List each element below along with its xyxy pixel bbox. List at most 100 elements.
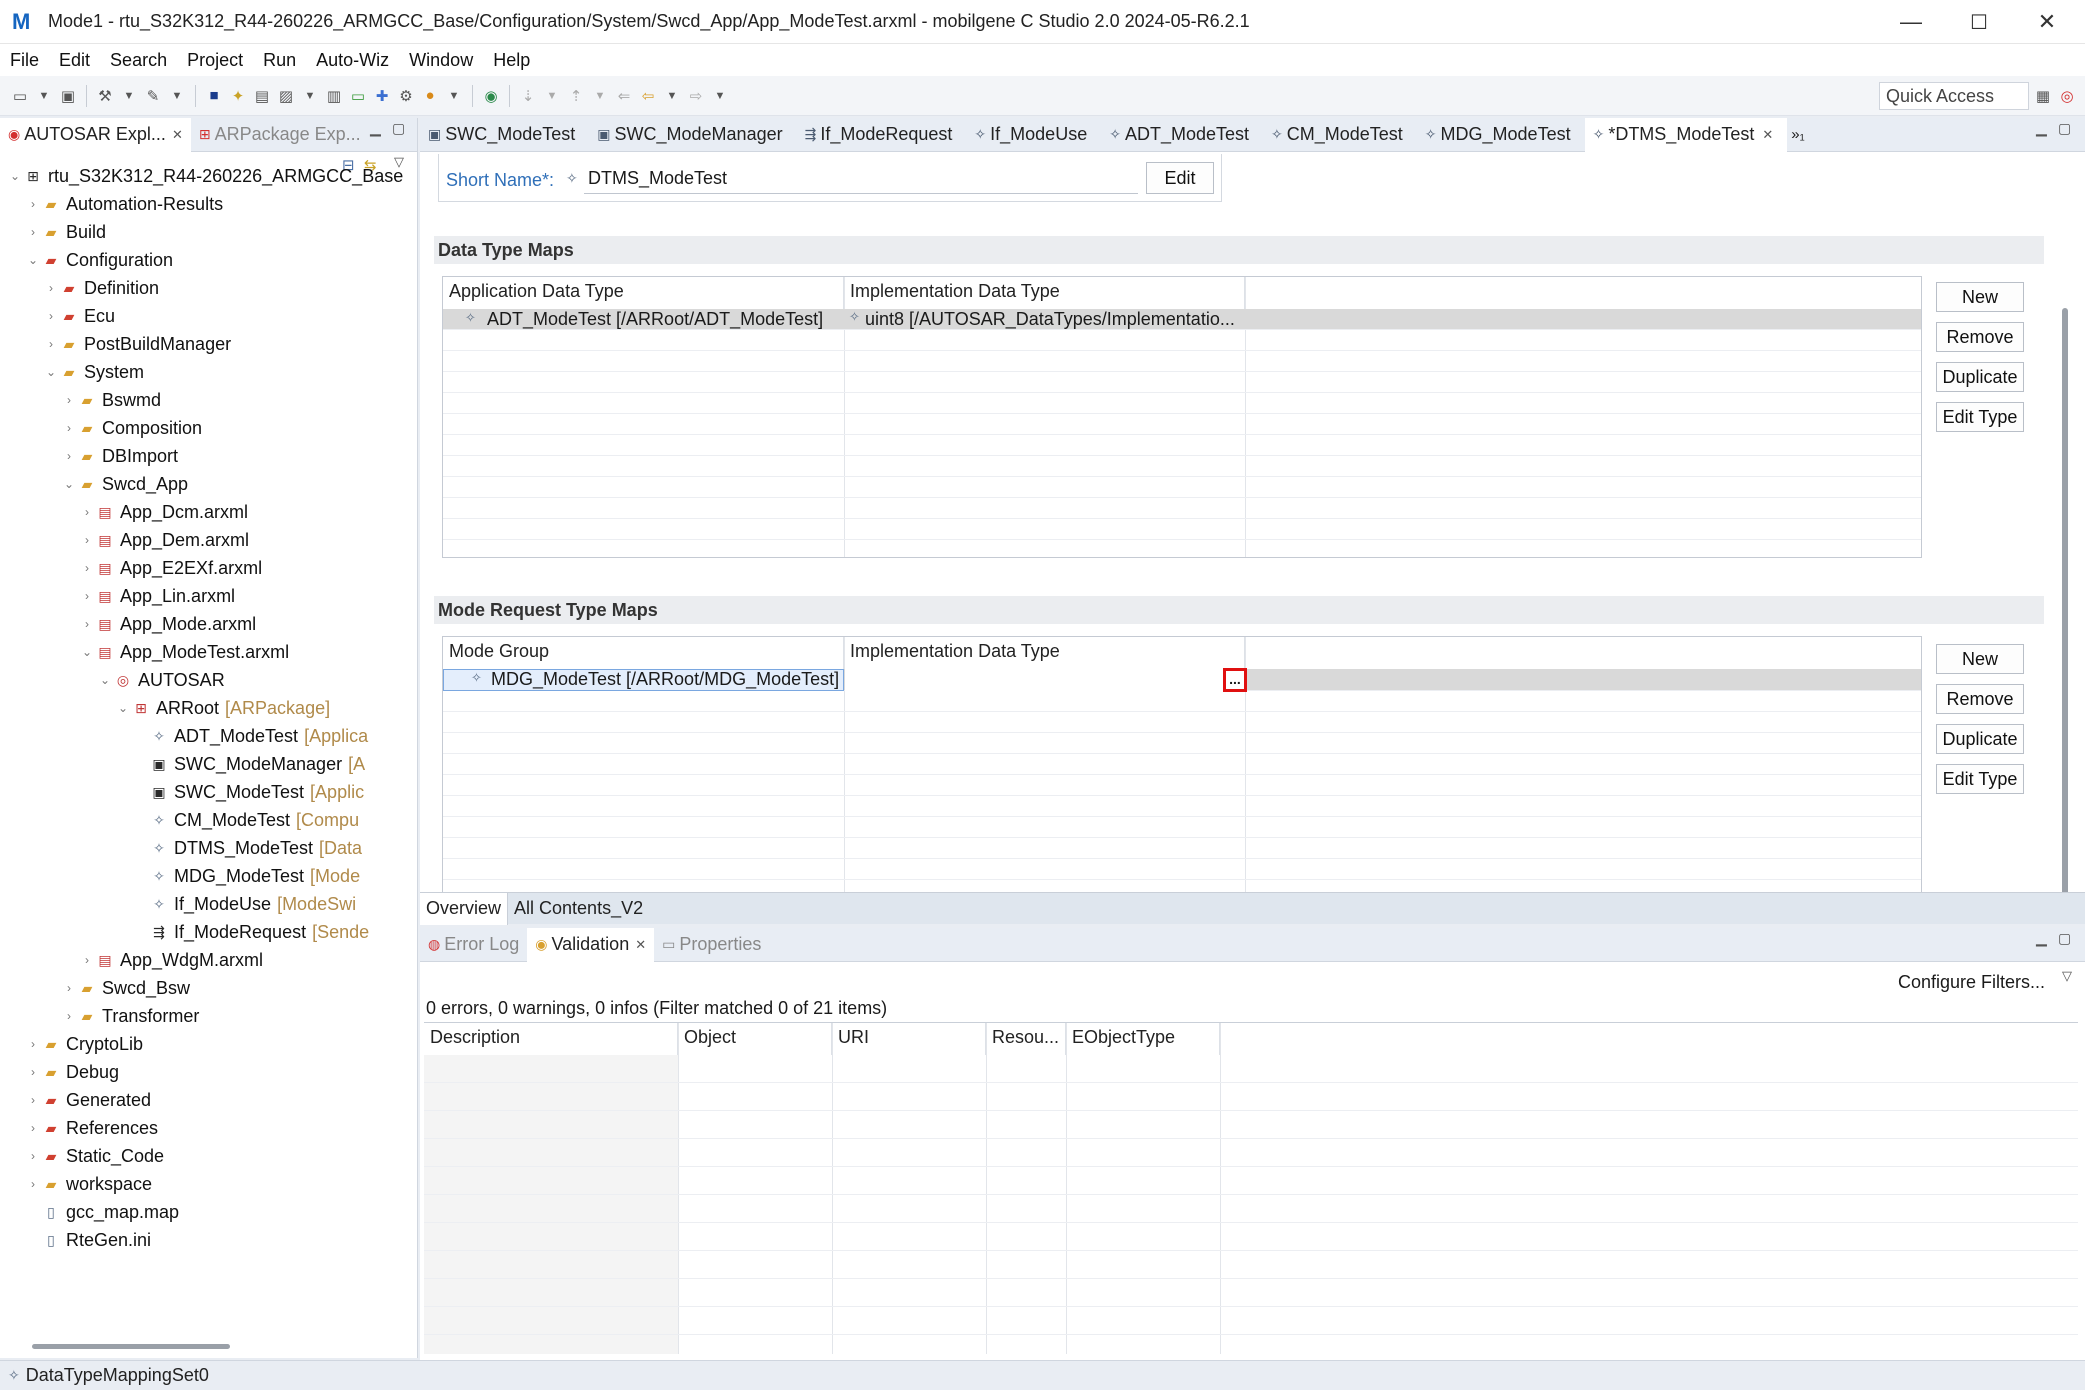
- chevron-down-icon[interactable]: ⌄: [96, 673, 114, 687]
- tree-item[interactable]: › ▰ Bswmd: [60, 386, 161, 414]
- tab-validation[interactable]: ◉ Validation ✕: [527, 927, 655, 962]
- editor-tab[interactable]: ▣ SWC_ModeTest: [420, 118, 589, 152]
- tree-item[interactable]: › ▰ Composition: [60, 414, 202, 442]
- editor-tab[interactable]: ✧ MDG_ModeTest: [1417, 118, 1585, 152]
- tree-item[interactable]: ▣ SWC_ModeManager [A: [132, 750, 365, 778]
- tree-item[interactable]: ▯ RteGen.ini: [24, 1226, 151, 1254]
- tree-item[interactable]: ✧ ADT_ModeTest [Applica: [132, 722, 368, 750]
- application-data-type-cell[interactable]: ADT_ModeTest [/ARRoot/ADT_ModeTest]: [487, 309, 823, 330]
- chevron-right-icon[interactable]: ›: [60, 1009, 78, 1023]
- menu-project[interactable]: Project: [177, 50, 253, 71]
- edit-button[interactable]: Edit: [1146, 162, 1214, 194]
- next-annotation-icon[interactable]: ⇣: [518, 86, 538, 106]
- chevron-right-icon[interactable]: ›: [24, 1037, 42, 1051]
- close-icon[interactable]: ✕: [172, 127, 183, 143]
- chevron-right-icon[interactable]: ›: [78, 561, 96, 575]
- tree-item[interactable]: ⇶ If_ModeRequest [Sende: [132, 918, 369, 946]
- tree-item[interactable]: › ▰ Automation-Results: [24, 190, 223, 218]
- editor-tab[interactable]: ▣ SWC_ModeManager: [589, 118, 796, 152]
- dropdown-arrow-icon[interactable]: ▼: [444, 86, 464, 106]
- chevron-right-icon[interactable]: ›: [24, 225, 42, 239]
- chevron-right-icon[interactable]: ›: [24, 1093, 42, 1107]
- maximize-view-icon[interactable]: ▢: [2058, 930, 2071, 947]
- data-type-maps-table[interactable]: Application Data Type Implementation Dat…: [442, 276, 1922, 558]
- chevron-down-icon[interactable]: ⌄: [24, 253, 42, 267]
- vertical-scrollbar[interactable]: [2062, 308, 2068, 912]
- editor-tab[interactable]: ✧ CM_ModeTest: [1263, 118, 1417, 152]
- tree-item[interactable]: ⌄ ▰ Swcd_App: [60, 470, 188, 498]
- dropdown-arrow-icon[interactable]: ▼: [542, 86, 562, 106]
- chevron-right-icon[interactable]: ›: [60, 981, 78, 995]
- tree-item[interactable]: › ▰ Ecu: [42, 302, 115, 330]
- spark-icon[interactable]: ✦: [228, 86, 248, 106]
- chevron-right-icon[interactable]: ›: [42, 337, 60, 351]
- chevron-right-icon[interactable]: ›: [24, 1121, 42, 1135]
- save-icon[interactable]: ▣: [58, 86, 78, 106]
- menu-search[interactable]: Search: [100, 50, 177, 71]
- prev-annotation-icon[interactable]: ⇡: [566, 86, 586, 106]
- minimize-button[interactable]: —: [1877, 0, 1945, 44]
- close-icon[interactable]: ✕: [1762, 127, 1773, 143]
- maximize-view-icon[interactable]: ▢: [2058, 120, 2071, 137]
- column-eobject-type[interactable]: EObjectType: [1066, 1023, 1220, 1055]
- validation-table[interactable]: Description ⌃ Object URI Resou... EObjec…: [424, 1022, 2078, 1354]
- tree-item[interactable]: › ▰ CryptoLib: [24, 1030, 143, 1058]
- tree-item[interactable]: ✧ DTMS_ModeTest [Data: [132, 834, 362, 862]
- forward-icon[interactable]: ⇨: [686, 86, 706, 106]
- tree-item[interactable]: ⌄ ⊞ rtu_S32K312_R44-260226_ARMGCC_Base: [6, 162, 403, 190]
- tree-item[interactable]: › ▰ Swcd_Bsw: [60, 974, 190, 1002]
- chevron-down-icon[interactable]: ⌄: [60, 477, 78, 491]
- tree-item[interactable]: › ▤ App_WdgM.arxml: [78, 946, 263, 974]
- editor-tab[interactable]: ✧ ADT_ModeTest: [1101, 118, 1263, 152]
- table-row[interactable]: ✧ MDG_ModeTest [/ARRoot/MDG_ModeTest] ..…: [443, 668, 1921, 692]
- autosar-perspective-icon[interactable]: ◎: [2057, 86, 2077, 106]
- close-window-button[interactable]: ✕: [2013, 0, 2081, 44]
- editor-tab[interactable]: ✧ If_ModeUse: [966, 118, 1101, 152]
- tree-item[interactable]: ✧ CM_ModeTest [Compu: [132, 806, 359, 834]
- quick-access-field[interactable]: Quick Access: [1879, 82, 2029, 110]
- window-icon[interactable]: ▭: [348, 86, 368, 106]
- minimize-view-icon[interactable]: ▁: [2036, 930, 2047, 947]
- chevron-down-icon[interactable]: ⌄: [114, 701, 132, 715]
- tree-item[interactable]: ⌄ ▤ App_ModeTest.arxml: [78, 638, 289, 666]
- dropdown-arrow-icon[interactable]: ▼: [662, 86, 682, 106]
- terminal-icon[interactable]: ■: [204, 86, 224, 106]
- column-mode-group[interactable]: Mode Group: [443, 637, 844, 669]
- editor-tab[interactable]: ⇶ If_ModeRequest: [797, 118, 967, 152]
- dropdown-arrow-icon[interactable]: ▼: [119, 86, 139, 106]
- editor-tab[interactable]: ✧ *DTMS_ModeTest ✕: [1584, 117, 1788, 152]
- mrtm-duplicate-button[interactable]: Duplicate: [1936, 724, 2024, 754]
- chevron-right-icon[interactable]: ›: [24, 197, 42, 211]
- column-resource[interactable]: Resou...: [986, 1023, 1066, 1055]
- tree-item[interactable]: › ▰ Build: [24, 218, 106, 246]
- back-icon[interactable]: ⇦: [638, 86, 658, 106]
- chevron-right-icon[interactable]: ›: [24, 1065, 42, 1079]
- tab-overview[interactable]: Overview: [420, 892, 509, 925]
- puzzle-icon[interactable]: ✚: [372, 86, 392, 106]
- last-edit-icon[interactable]: ⇐: [614, 86, 634, 106]
- chevron-right-icon[interactable]: ›: [78, 617, 96, 631]
- gear-icon[interactable]: ⚙: [396, 86, 416, 106]
- perspective-icon[interactable]: ▦: [2033, 86, 2053, 106]
- tree-item[interactable]: › ▤ App_Dem.arxml: [78, 526, 249, 554]
- tree-item[interactable]: ▯ gcc_map.map: [24, 1198, 179, 1226]
- dropdown-arrow-icon[interactable]: ▼: [590, 86, 610, 106]
- maximize-view-icon[interactable]: ▢: [392, 120, 405, 137]
- menu-auto-wiz[interactable]: Auto-Wiz: [306, 50, 399, 71]
- tree-item[interactable]: › ▰ Transformer: [60, 1002, 199, 1030]
- maximize-button[interactable]: ☐: [1945, 0, 2013, 44]
- chevron-right-icon[interactable]: ›: [60, 449, 78, 463]
- column-implementation-data-type[interactable]: Implementation Data Type: [844, 277, 1245, 309]
- menu-help[interactable]: Help: [483, 50, 540, 71]
- run-icon[interactable]: ●: [420, 86, 440, 106]
- chevron-right-icon[interactable]: ›: [42, 309, 60, 323]
- tab-autosar-explorer[interactable]: ◉ AUTOSAR Expl... ✕: [0, 117, 191, 152]
- mrtm-new-button[interactable]: New: [1936, 644, 2024, 674]
- image-icon[interactable]: ▨: [276, 86, 296, 106]
- minimize-view-icon[interactable]: ▁: [370, 120, 381, 137]
- tree-item[interactable]: › ▰ Definition: [42, 274, 159, 302]
- tree-item[interactable]: › ▰ DBImport: [60, 442, 178, 470]
- chart-icon[interactable]: ▤: [252, 86, 272, 106]
- dtm-new-button[interactable]: New: [1936, 282, 2024, 312]
- close-icon[interactable]: ✕: [635, 937, 646, 953]
